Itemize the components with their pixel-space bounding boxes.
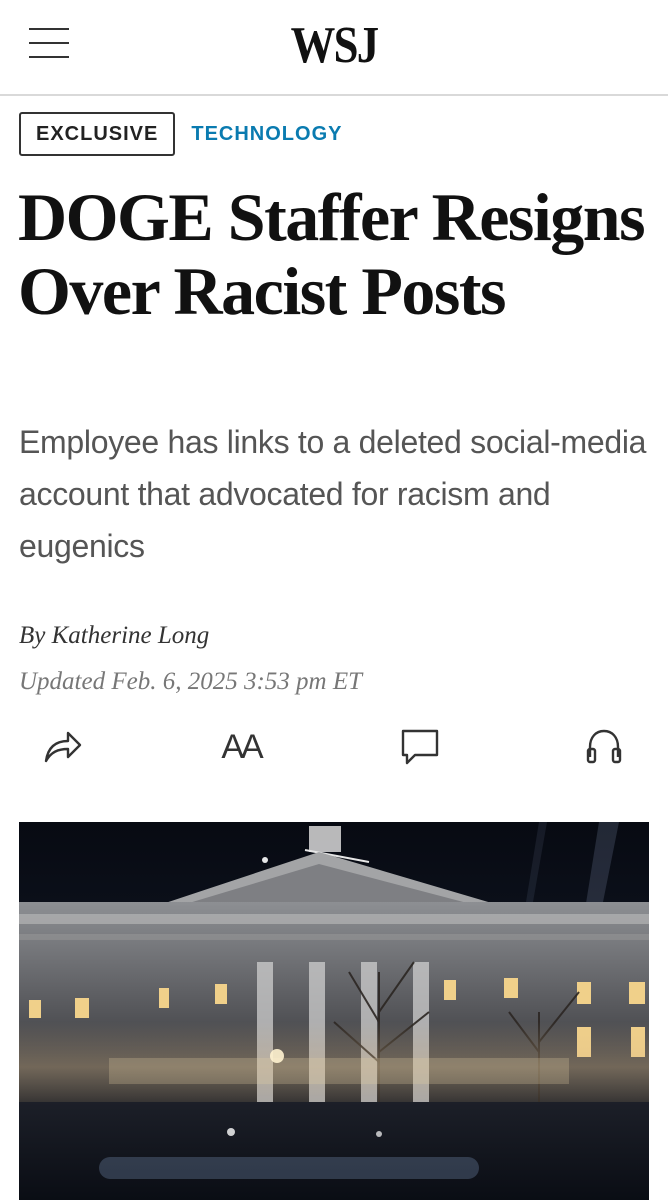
headphones-icon [586, 729, 622, 764]
listen-button[interactable] [579, 722, 629, 772]
byline: By Katherine Long [19, 622, 209, 650]
byline-prefix: By [19, 622, 52, 649]
section-link-technology[interactable]: TECHNOLOGY [191, 123, 342, 146]
author-link[interactable]: Katherine Long [52, 622, 210, 649]
article-tags: EXCLUSIVE TECHNOLOGY [19, 112, 342, 156]
hero-photo[interactable] [19, 822, 649, 1200]
share-icon [44, 731, 82, 763]
article-dek: Employee has links to a deleted social-m… [19, 424, 647, 564]
wsj-logo[interactable]: WSJ [47, 16, 621, 75]
share-button[interactable] [38, 722, 88, 772]
updated-timestamp: Updated Feb. 6, 2025 3:53 pm ET [19, 668, 363, 695]
text-size-button[interactable]: AA [216, 722, 266, 772]
top-bar: WSJ [0, 0, 668, 96]
text-size-icon: AA [221, 727, 263, 766]
comments-button[interactable] [395, 722, 445, 772]
article-headline: DOGE Staffer Resigns Over Racist Posts [18, 179, 646, 329]
comment-icon [401, 729, 439, 765]
treasury-building-image [19, 822, 649, 1200]
exclusive-badge[interactable]: EXCLUSIVE [19, 112, 176, 156]
